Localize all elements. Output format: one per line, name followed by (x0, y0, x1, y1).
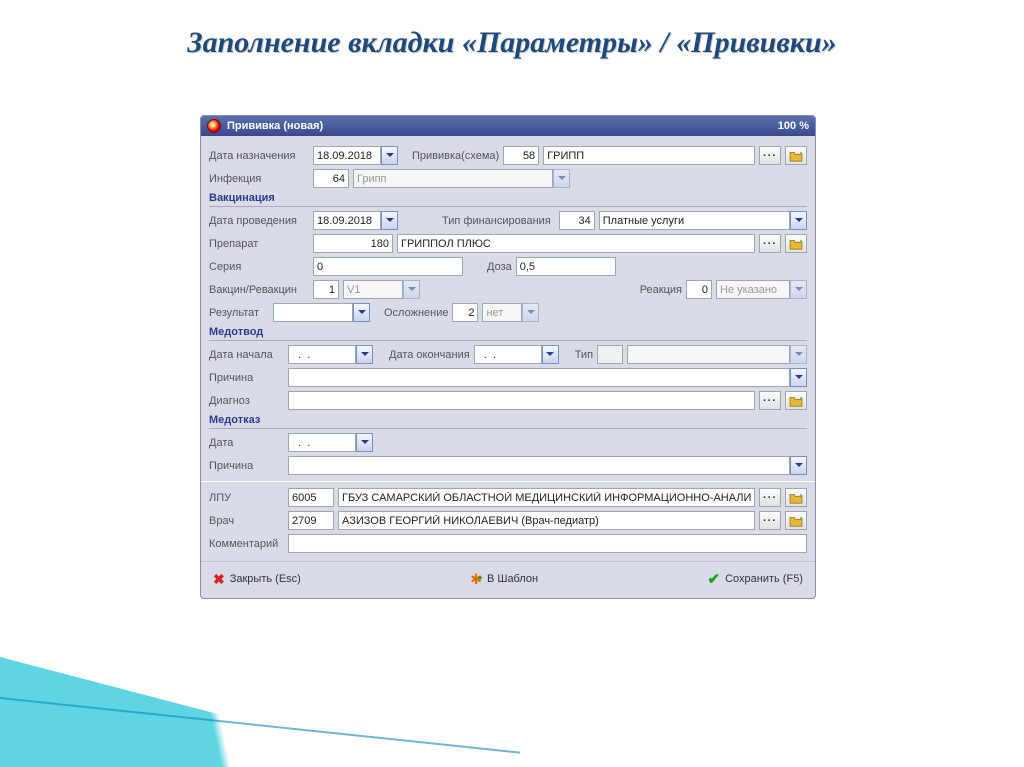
date-proc-dropdown[interactable] (381, 211, 398, 230)
check-icon: ✔ (708, 570, 721, 588)
doctor-code-input[interactable] (288, 511, 334, 530)
label-reaction: Реакция (640, 284, 682, 296)
template-button-label: В Шаблон (487, 573, 538, 585)
label-financing: Тип финансирования (442, 215, 551, 227)
financing-code-input[interactable] (559, 211, 595, 230)
preparat-lookup-button[interactable]: ··· (759, 234, 781, 253)
medotvod-reason-dropdown[interactable] (790, 368, 807, 387)
label-medotkaz-date: Дата (209, 437, 284, 449)
complication-code-input[interactable] (452, 303, 478, 322)
financing-dropdown[interactable] (790, 211, 807, 230)
vac-revac-code-input[interactable] (313, 280, 339, 299)
x-icon: ✖ (213, 571, 225, 588)
scheme-code-input[interactable] (503, 146, 539, 165)
complication-text-input (482, 303, 522, 322)
comment-input[interactable] (288, 534, 807, 553)
medotvod-type-text (627, 345, 790, 364)
result-input[interactable] (273, 303, 353, 322)
label-series: Серия (209, 261, 309, 273)
medotvod-type-dropdown (790, 345, 807, 364)
label-medotvod-reason: Причина (209, 372, 284, 384)
reaction-text-input (716, 280, 790, 299)
label-result: Результат (209, 307, 269, 319)
series-input[interactable] (313, 257, 463, 276)
save-button[interactable]: ✔ Сохранить (F5) (708, 570, 803, 588)
label-diagnosis: Диагноз (209, 395, 284, 407)
lpu-folder-button[interactable] (785, 488, 807, 507)
close-button[interactable]: ✖ Закрыть (Esc) (213, 571, 301, 588)
medotvod-type-code[interactable] (597, 345, 623, 364)
star-icon: ✱ (470, 571, 482, 588)
zoom-level: 100 % (778, 120, 809, 132)
medotkaz-reason-dropdown[interactable] (790, 456, 807, 475)
save-button-label: Сохранить (F5) (725, 573, 803, 585)
label-dose: Доза (487, 261, 512, 273)
scheme-folder-button[interactable] (785, 146, 807, 165)
close-button-label: Закрыть (Esc) (230, 573, 301, 585)
vac-revac-text-input (343, 280, 403, 299)
label-medotvod-type: Тип (575, 349, 593, 361)
label-medotvod-start: Дата начала (209, 349, 284, 361)
medotvod-end-dropdown[interactable] (542, 345, 559, 364)
doctor-text-input[interactable] (338, 511, 755, 530)
infection-code-input[interactable] (313, 169, 349, 188)
medotkaz-date-input[interactable] (288, 433, 356, 452)
section-medotkaz: Медотказ (209, 414, 807, 426)
scheme-lookup-button[interactable]: ··· (759, 146, 781, 165)
date-assign-input[interactable] (313, 146, 381, 165)
diagnosis-lookup-button[interactable]: ··· (759, 391, 781, 410)
lpu-lookup-button[interactable]: ··· (759, 488, 781, 507)
medotvod-end-input[interactable] (474, 345, 542, 364)
financing-text-input[interactable] (599, 211, 790, 230)
reaction-code-input[interactable] (686, 280, 712, 299)
preparat-code-input[interactable] (313, 234, 393, 253)
label-preparat: Препарат (209, 238, 309, 250)
lpu-text-input[interactable] (338, 488, 755, 507)
medotvod-reason-input[interactable] (288, 368, 790, 387)
label-comment: Комментарий (209, 538, 284, 550)
result-dropdown[interactable] (353, 303, 370, 322)
decorative-shape (0, 657, 420, 767)
scheme-text-input[interactable] (543, 146, 755, 165)
close-icon[interactable] (207, 119, 221, 133)
dose-input[interactable] (516, 257, 616, 276)
section-vaccination: Вакцинация (209, 192, 807, 204)
label-doctor: Врач (209, 515, 284, 527)
label-vac-revac: Вакцин/Ревакцин (209, 284, 309, 296)
reaction-dropdown (790, 280, 807, 299)
label-lpu: ЛПУ (209, 492, 284, 504)
preparat-text-input[interactable] (397, 234, 755, 253)
template-button[interactable]: ✱ В Шаблон (470, 571, 538, 588)
window-title: Прививка (новая) (227, 120, 323, 132)
label-medotvod-end: Дата окончания (389, 349, 470, 361)
label-date-assign: Дата назначения (209, 150, 309, 162)
infection-dropdown (553, 169, 570, 188)
section-medotvod: Медотвод (209, 326, 807, 338)
label-medotkaz-reason: Причина (209, 460, 284, 472)
decorative-line (0, 697, 520, 767)
label-date-proc: Дата проведения (209, 215, 309, 227)
label-infection: Инфекция (209, 173, 309, 185)
medotvod-start-dropdown[interactable] (356, 345, 373, 364)
medotvod-start-input[interactable] (288, 345, 356, 364)
titlebar: Прививка (новая) 100 % (201, 116, 815, 136)
preparat-folder-button[interactable] (785, 234, 807, 253)
lpu-code-input[interactable] (288, 488, 334, 507)
vac-revac-dropdown (403, 280, 420, 299)
infection-text-input (353, 169, 553, 188)
label-scheme: Прививка(схема) (412, 150, 499, 162)
date-proc-input[interactable] (313, 211, 381, 230)
medotkaz-reason-input[interactable] (288, 456, 790, 475)
medotkaz-date-dropdown[interactable] (356, 433, 373, 452)
complication-dropdown (522, 303, 539, 322)
dialog-window: Прививка (новая) 100 % Дата назначения П… (200, 115, 816, 599)
diagnosis-input[interactable] (288, 391, 755, 410)
doctor-lookup-button[interactable]: ··· (759, 511, 781, 530)
doctor-folder-button[interactable] (785, 511, 807, 530)
slide-title: Заполнение вкладки «Параметры» / «Привив… (0, 0, 1024, 60)
label-complication: Осложнение (384, 307, 448, 319)
diagnosis-folder-button[interactable] (785, 391, 807, 410)
date-assign-dropdown[interactable] (381, 146, 398, 165)
